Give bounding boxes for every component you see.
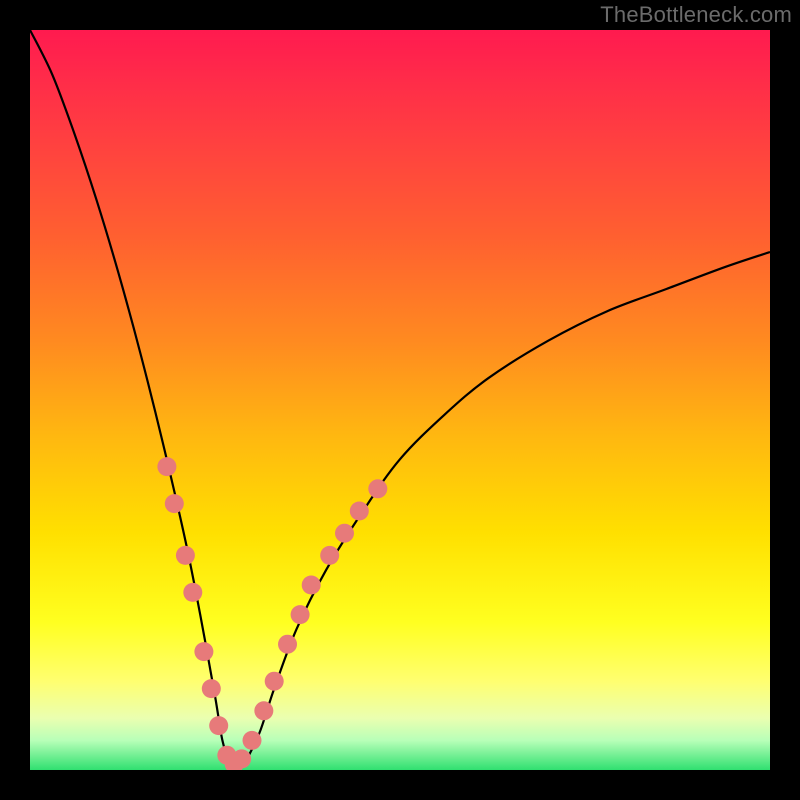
marker-dot <box>254 701 273 720</box>
marker-dot <box>209 716 228 735</box>
marker-dot <box>176 546 195 565</box>
curve-layer <box>30 30 770 770</box>
marker-dot <box>243 731 262 750</box>
marker-dots <box>157 457 387 770</box>
marker-dot <box>165 494 184 513</box>
marker-dot <box>302 576 321 595</box>
marker-dot <box>320 546 339 565</box>
chart-frame: TheBottleneck.com <box>0 0 800 800</box>
marker-dot <box>232 749 251 768</box>
marker-dot <box>278 635 297 654</box>
marker-dot <box>350 502 369 521</box>
marker-dot <box>368 479 387 498</box>
marker-dot <box>194 642 213 661</box>
marker-dot <box>335 524 354 543</box>
bottleneck-curve <box>30 30 770 770</box>
marker-dot <box>157 457 176 476</box>
marker-dot <box>265 672 284 691</box>
marker-dot <box>291 605 310 624</box>
marker-dot <box>183 583 202 602</box>
plot-area <box>30 30 770 770</box>
watermark-text: TheBottleneck.com <box>600 2 792 28</box>
marker-dot <box>202 679 221 698</box>
